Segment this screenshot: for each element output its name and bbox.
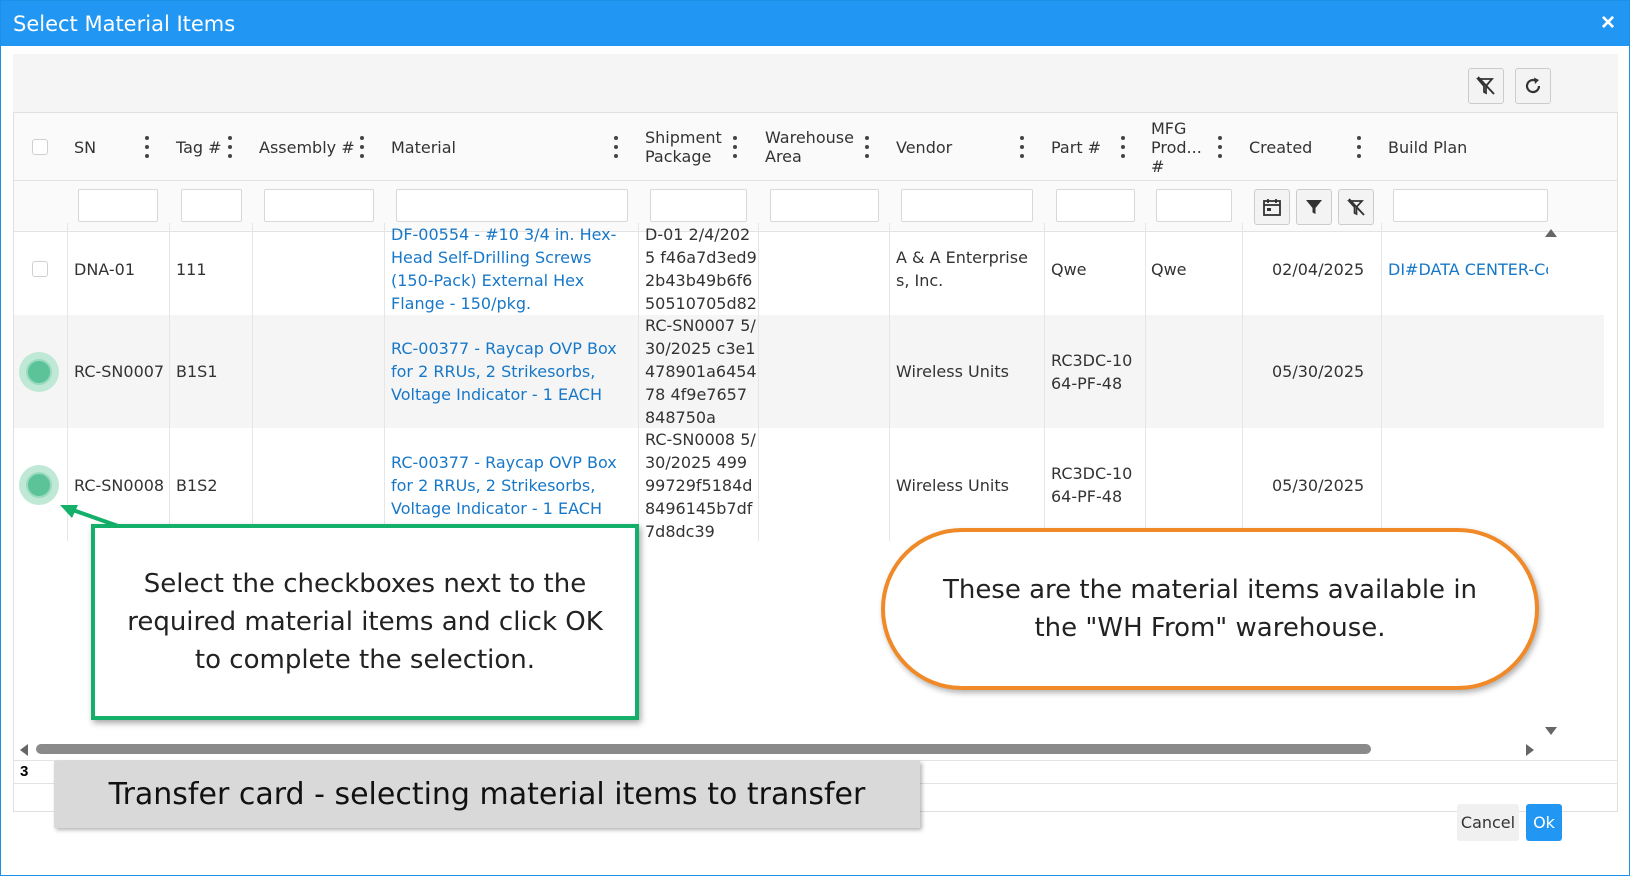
column-header-mfg[interactable]: MFG Prod... # — [1151, 113, 1206, 181]
row-checkbox[interactable] — [32, 261, 48, 277]
info-callout: These are the material items available i… — [881, 528, 1539, 690]
cell-material-link[interactable]: RC-00377 - Raycap OVP Box for 2 RRUs, 2 … — [391, 315, 636, 428]
scroll-left-icon[interactable] — [20, 744, 28, 756]
column-header-label: MFG Prod... # — [1151, 118, 1202, 176]
cell-shipment: RC-SN0007 5/30/2025 c3e1478901a645478 4f… — [645, 316, 757, 427]
dialog-titlebar: Select Material Items × — [1, 1, 1629, 46]
column-header-label: Part # — [1051, 137, 1102, 157]
cell-material-link[interactable]: DF-00554 - #10 3/4 in. Hex-Head Self-Dri… — [391, 223, 636, 315]
column-header-assembly[interactable]: Assembly # — [259, 113, 355, 181]
column-menu-icon[interactable] — [732, 136, 738, 158]
cell-part: RC3DC-1064-PF-48 — [1051, 464, 1133, 506]
buildplan-filter-input[interactable] — [1393, 189, 1548, 222]
row-checkbox-selected[interactable] — [19, 351, 59, 392]
cell-created: 02/04/2025 — [1272, 259, 1365, 279]
scroll-down-icon[interactable] — [1545, 727, 1557, 735]
refresh-button[interactable] — [1515, 68, 1551, 104]
column-header-warehouse[interactable]: Warehouse Area — [765, 113, 860, 181]
part-filter-input[interactable] — [1056, 189, 1135, 222]
column-menu-icon[interactable] — [1120, 136, 1126, 158]
info-text: These are the material items available i… — [942, 575, 1478, 643]
column-header-label: SN — [74, 137, 97, 157]
cell-buildplan-link[interactable]: DI#DATA CENTER-Col — [1388, 223, 1548, 315]
row-select-cell[interactable] — [32, 223, 48, 315]
column-menu-icon[interactable] — [1217, 136, 1223, 158]
cell-mfg: Qwe — [1151, 259, 1187, 279]
clear-filter-icon — [1347, 198, 1365, 216]
filter-button[interactable] — [1296, 189, 1332, 225]
clear-filter-button[interactable] — [1468, 68, 1504, 104]
row-select-cell[interactable] — [19, 315, 59, 428]
assembly-filter-input[interactable] — [264, 189, 374, 222]
cell-created: 05/30/2025 — [1272, 362, 1365, 381]
scroll-right-icon[interactable] — [1526, 744, 1534, 756]
material-filter-input[interactable] — [396, 189, 628, 222]
column-header-label: Vendor — [896, 137, 953, 157]
vendor-filter-input[interactable] — [901, 189, 1033, 222]
column-menu-icon[interactable] — [359, 136, 365, 158]
cell-part: RC3DC-1064-PF-48 — [1051, 350, 1133, 393]
close-icon[interactable]: × — [1601, 9, 1615, 37]
grid-header: SN Tag # Assembly # Material Shipment Pa… — [14, 113, 1617, 181]
dialog-title: Select Material Items — [13, 12, 236, 36]
column-menu-icon[interactable] — [864, 136, 870, 158]
row-checkbox-selected[interactable] — [19, 465, 59, 505]
clear-filter-icon — [1476, 76, 1495, 95]
column-menu-icon[interactable] — [1356, 136, 1362, 158]
column-menu-icon[interactable] — [144, 136, 150, 158]
refresh-icon — [1525, 77, 1541, 94]
column-header-label: Material — [391, 137, 456, 157]
column-header-label: Tag # — [176, 137, 222, 157]
column-header-created[interactable]: Created — [1249, 113, 1312, 181]
cancel-button[interactable]: Cancel — [1457, 804, 1519, 841]
select-all-checkbox[interactable] — [32, 139, 48, 155]
cell-vendor: Wireless Units — [896, 475, 1009, 495]
calendar-icon — [1263, 199, 1281, 216]
caption-banner: Transfer card - selecting material items… — [54, 761, 920, 828]
row-select-cell[interactable] — [19, 428, 59, 542]
cell-shipment: RC-SN0008 5/30/2025 49999729f5184d849614… — [645, 429, 756, 541]
column-menu-icon[interactable] — [227, 136, 233, 158]
instruction-text: Select the checkboxes next to the requir… — [127, 569, 603, 675]
mfg-filter-input[interactable] — [1156, 189, 1232, 222]
sn-filter-input[interactable] — [78, 189, 158, 222]
cell-tag: B1S1 — [176, 362, 218, 381]
cell-vendor: A & A Enterprises, Inc. — [896, 248, 1028, 290]
grid-toolbar — [13, 54, 1618, 112]
date-picker-button[interactable] — [1254, 189, 1290, 225]
filter-icon — [1306, 200, 1322, 214]
cell-tag: 111 — [176, 259, 207, 279]
column-header-shipment[interactable]: Shipment Package — [645, 113, 730, 181]
column-header-sn[interactable]: SN — [74, 113, 96, 181]
select-material-dialog: Select Material Items × SN Tag # Assembl… — [0, 0, 1630, 876]
column-header-label: Shipment Package — [645, 128, 722, 166]
column-header-label: Build Plan — [1388, 137, 1468, 157]
warehouse-filter-input[interactable] — [770, 189, 879, 222]
column-header-part[interactable]: Part # — [1051, 113, 1101, 181]
column-header-material[interactable]: Material — [391, 113, 456, 181]
tag-filter-input[interactable] — [181, 189, 242, 222]
cell-shipment: D-01 2/4/2025 f46a7d3ed92b43b49b6f650510… — [645, 225, 757, 313]
horizontal-scrollbar[interactable] — [36, 744, 1371, 754]
column-header-label: Created — [1249, 137, 1313, 157]
column-header-buildplan[interactable]: Build Plan — [1388, 113, 1467, 181]
cell-sn: DNA-01 — [74, 259, 136, 279]
clear-column-filter-button[interactable] — [1338, 189, 1374, 225]
column-header-vendor[interactable]: Vendor — [896, 113, 952, 181]
cell-created: 05/30/2025 — [1272, 475, 1365, 495]
shipment-filter-input[interactable] — [650, 189, 747, 222]
column-header-tag[interactable]: Tag # — [176, 113, 222, 181]
row-count: 3 — [20, 763, 29, 780]
instruction-callout: Select the checkboxes next to the requir… — [91, 524, 639, 720]
column-header-label: Assembly # — [259, 137, 355, 157]
column-header-label: Warehouse Area — [765, 128, 854, 166]
select-all-checkbox-cell[interactable] — [32, 113, 48, 181]
cell-vendor: Wireless Units — [896, 362, 1009, 381]
cell-sn: RC-SN0007 — [74, 362, 165, 381]
ok-button[interactable]: Ok — [1526, 804, 1562, 841]
column-menu-icon[interactable] — [613, 136, 619, 158]
column-menu-icon[interactable] — [1019, 136, 1025, 158]
cell-part: Qwe — [1051, 259, 1087, 279]
